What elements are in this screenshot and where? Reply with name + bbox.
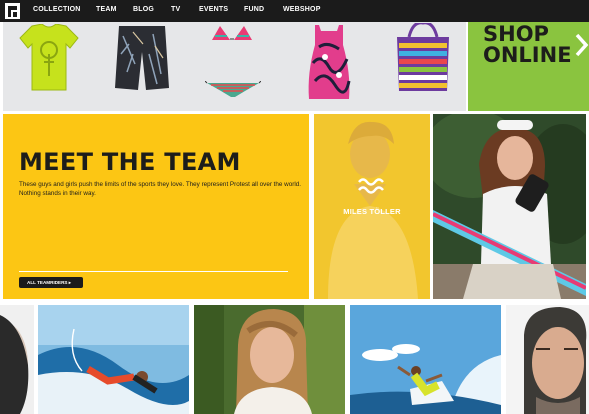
nav-events[interactable]: EVENTS [199,6,228,13]
shop-online-line2: ONLINE [483,43,572,67]
pink-print-dress-product[interactable] [305,23,353,101]
featured-rider-tile[interactable]: MILES TÖLLER [314,114,430,299]
all-teamriders-button[interactable]: ALL TEAMRIDERS ▸ [19,277,83,288]
lime-tshirt-product[interactable] [18,24,80,92]
nav-fund[interactable]: FUND [244,6,264,13]
product-strip [3,22,466,111]
rider-name: MILES TÖLLER [343,207,401,216]
chevron-right-icon [575,33,589,57]
shop-online-banner[interactable]: SHOP ONLINE [468,22,589,111]
team-description: These guys and girls push the limits of … [19,181,301,197]
nav-blog[interactable]: BLOG [133,6,154,13]
rider-woman-portrait-photo[interactable] [194,305,345,414]
bikini-top-product[interactable] [210,24,254,42]
bikini-bottom-product[interactable] [205,81,261,99]
wave-logo-icon [358,178,384,194]
meet-the-team-panel: MEET THE TEAM These guys and girls push … [3,114,309,299]
top-navigation: COLLECTION TEAM BLOG TV EVENTS FUND WEBS… [0,0,589,22]
team-title: MEET THE TEAM [19,148,241,176]
rider-surfing-action-photo[interactable] [38,305,189,414]
divider [19,271,288,272]
rider-kiteboarder-photo[interactable] [433,114,586,299]
nav-webshop[interactable]: WEBSHOP [283,6,321,13]
rider-man-portrait-photo[interactable] [506,305,589,414]
nav-tv[interactable]: TV [171,6,180,13]
chevron-right-icon: ▸ [68,280,72,285]
rider-partial-portrait-photo[interactable] [0,305,34,414]
black-boardshorts-product[interactable] [113,24,171,92]
all-teamriders-label: ALL TEAMRIDERS [27,280,68,285]
nav-team[interactable]: TEAM [96,6,117,13]
protest-logo-icon[interactable] [5,3,20,19]
rider-surfing-wave-photo[interactable] [350,305,501,414]
nav-collection[interactable]: COLLECTION [33,6,81,13]
striped-tote-bag-product[interactable] [393,23,453,93]
shop-online-line1: SHOP [483,22,549,46]
